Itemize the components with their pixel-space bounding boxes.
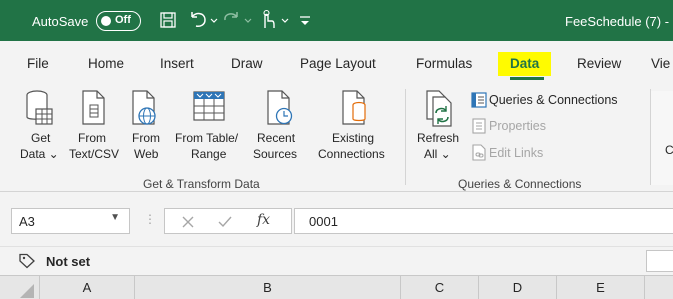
table-icon [193, 91, 225, 121]
formula-input[interactable]: 0001 [294, 208, 673, 234]
column-header-e[interactable]: E [557, 276, 645, 299]
tab-data[interactable]: Data [498, 52, 552, 76]
active-tab-underline [510, 77, 544, 80]
edit-links-icon [472, 144, 486, 161]
formula-value: 0001 [309, 214, 338, 229]
tab-view[interactable]: Vie [651, 55, 670, 73]
from-web-label-2: Web [134, 147, 159, 161]
save-icon[interactable] [158, 8, 178, 32]
toggle-knob [101, 16, 111, 26]
tab-review[interactable]: Review [577, 55, 621, 73]
tab-file[interactable]: File [27, 55, 49, 73]
enter-check-icon[interactable] [217, 215, 233, 229]
queries-icon [471, 92, 487, 108]
tab-insert[interactable]: Insert [160, 55, 194, 73]
from-table-label-2: Range [191, 147, 227, 161]
ribbon-body: Get Data ⌄ From Text/CSV From Web From T… [0, 83, 673, 192]
tab-formulas[interactable]: Formulas [416, 55, 472, 73]
partial-ribbon-control[interactable] [650, 91, 673, 185]
refresh-label-2: All ⌄ [424, 147, 451, 161]
refresh-icon [426, 90, 452, 127]
name-box[interactable]: A3 ▼ [11, 208, 130, 234]
tab-draw[interactable]: Draw [231, 55, 263, 73]
existing-connections-icon [342, 90, 366, 125]
recent-sources-label-2: Sources [253, 147, 298, 161]
formula-buttons: fx [164, 208, 292, 234]
existing-connections-label-2: Connections [318, 147, 385, 161]
from-table-label-1: From Table/ [175, 131, 239, 145]
column-header-a[interactable]: A [40, 276, 135, 299]
group-separator [405, 89, 406, 185]
select-all-corner[interactable] [0, 276, 40, 299]
recent-sources-label-1: Recent [257, 131, 296, 145]
column-headers: A B C D E [0, 275, 673, 299]
from-text-label-2: Text/CSV [69, 147, 120, 161]
queries-connections-label: Queries & Connections [489, 93, 618, 107]
autosave-label: AutoSave [32, 14, 89, 29]
touch-mode-icon[interactable] [257, 8, 293, 32]
refresh-label-1: Refresh [417, 131, 460, 145]
column-header-c[interactable]: C [401, 276, 479, 299]
database-icon [26, 90, 53, 125]
get-data-label-2: Data ⌄ [20, 147, 59, 161]
web-icon [132, 90, 156, 125]
group-label-get-transform: Get & Transform Data [143, 177, 260, 191]
sensitivity-input[interactable] [646, 250, 673, 272]
autosave-toggle[interactable]: Off [96, 11, 141, 31]
edit-links-label: Edit Links [489, 146, 544, 160]
title-bar: AutoSave Off FeeSchedule (7) - E [0, 0, 673, 41]
document-title: FeeSchedule (7) - E [565, 14, 673, 29]
from-web-label-1: From [132, 131, 160, 145]
get-data-label-1: Get [31, 131, 51, 145]
tag-icon[interactable] [18, 253, 36, 269]
partial-ribbon-label: C [665, 143, 673, 157]
recent-sources-icon [267, 90, 293, 125]
column-header-d[interactable]: D [479, 276, 557, 299]
redo-icon[interactable] [221, 8, 255, 32]
group-label-queries: Queries & Connections [458, 177, 582, 191]
column-header-b[interactable]: B [135, 276, 401, 299]
formula-bar-grip-icon[interactable]: ⋮ [144, 212, 156, 226]
formula-bar-area: A3 ▼ ⋮ fx 0001 [0, 192, 673, 242]
properties-label: Properties [489, 119, 546, 133]
name-box-value: A3 [19, 214, 35, 229]
from-text-label-1: From [78, 131, 106, 145]
sensitivity-label[interactable]: Not set [46, 254, 90, 269]
select-all-triangle-icon [20, 284, 34, 298]
tab-page-layout[interactable]: Page Layout [300, 55, 376, 73]
undo-icon[interactable] [186, 8, 220, 32]
text-file-icon [82, 90, 105, 125]
chevron-down-icon[interactable]: ▼ [110, 212, 120, 223]
sensitivity-bar: Not set [0, 246, 673, 274]
customize-qat-icon[interactable] [297, 8, 313, 32]
cancel-icon[interactable] [181, 215, 195, 229]
properties-icon [472, 118, 486, 134]
existing-connections-label-1: Existing [332, 131, 375, 145]
tab-home[interactable]: Home [88, 55, 124, 73]
ribbon-tabs: File Home Insert Draw Page Layout Formul… [0, 41, 673, 83]
insert-function-button[interactable]: fx [257, 212, 270, 228]
toggle-state-label: Off [115, 14, 131, 26]
